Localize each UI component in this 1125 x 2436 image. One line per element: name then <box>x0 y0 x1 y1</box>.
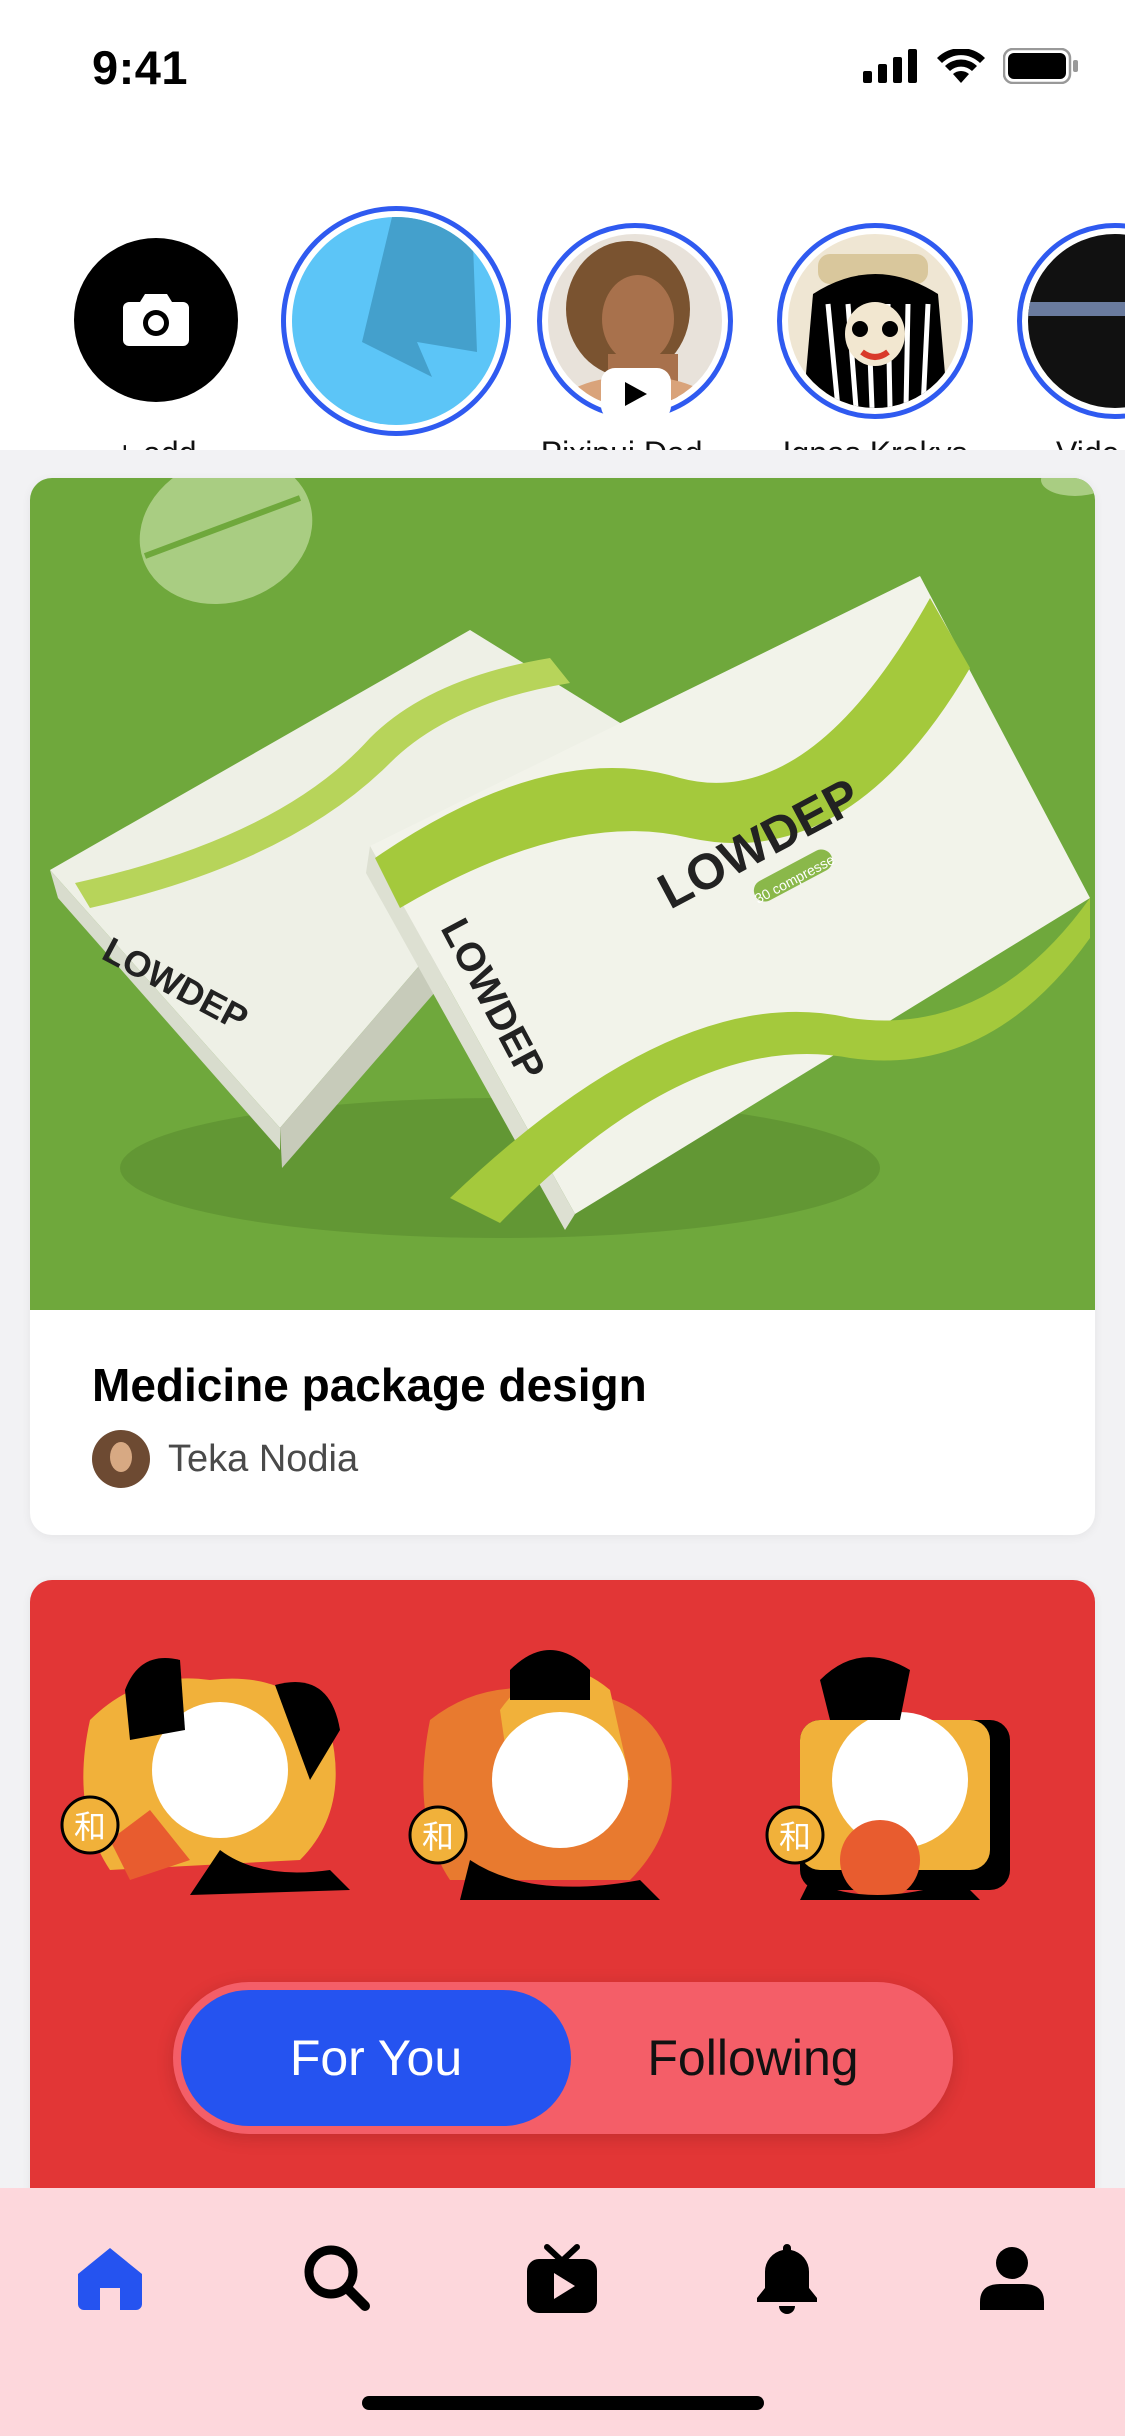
story-item[interactable]: Pixipui Dad... <box>520 180 750 450</box>
play-badge <box>601 368 671 420</box>
play-icon <box>625 382 647 406</box>
story-ring <box>1017 223 1125 419</box>
story-thumbnail <box>292 217 500 425</box>
profile-icon <box>980 2247 1044 2310</box>
story-avatar <box>788 234 962 408</box>
author-avatar[interactable] <box>92 1430 150 1488</box>
feed-segmented-control: For You Following <box>173 1982 953 2134</box>
story-label: Ignas Krakys <box>783 435 968 450</box>
card-title[interactable]: Medicine package design <box>92 1358 647 1412</box>
story-item[interactable]: Ignas Krakys <box>760 180 990 450</box>
badge-text: 和 <box>74 1808 106 1846</box>
feed-card[interactable]: LOWDEP 30 compresse LOWDEP LOWDEP Medici… <box>30 478 1095 1535</box>
tab-notifications[interactable] <box>727 2228 847 2328</box>
story-item[interactable] <box>281 180 511 440</box>
search-icon <box>304 2245 370 2311</box>
tab-search[interactable] <box>277 2228 397 2328</box>
status-time: 9:41 <box>92 41 189 94</box>
signal-icon <box>863 49 917 83</box>
battery-icon <box>1003 48 1078 84</box>
story-item[interactable]: Vide <box>1000 180 1125 450</box>
story-ring <box>777 223 973 419</box>
tab-home[interactable] <box>50 2228 170 2328</box>
home-icon <box>78 2248 142 2310</box>
add-story-button[interactable] <box>74 238 238 402</box>
home-indicator <box>362 2396 764 2410</box>
card-author[interactable]: Teka Nodia <box>92 1430 358 1488</box>
stories-row: + add Pix <box>0 140 1125 450</box>
badge-text: 和 <box>422 1818 454 1856</box>
bell-icon <box>757 2244 817 2314</box>
camera-icon <box>123 294 189 346</box>
tab-profile[interactable] <box>952 2228 1072 2328</box>
badge-text: 和 <box>779 1818 811 1856</box>
tab-following[interactable]: Following <box>558 1982 948 2134</box>
story-ring <box>281 206 511 436</box>
story-ring <box>537 223 733 420</box>
card-image[interactable]: LOWDEP 30 compresse LOWDEP LOWDEP <box>30 478 1095 1310</box>
tab-tv[interactable] <box>502 2228 622 2328</box>
story-add[interactable]: + add <box>41 180 271 450</box>
tab-for-you[interactable]: For You <box>181 1982 571 2134</box>
story-label: Pixipui Dad... <box>541 435 730 450</box>
wifi-icon <box>937 49 985 83</box>
status-bar: 9:41 <box>0 0 1125 140</box>
story-label: Vide <box>1056 435 1119 450</box>
story-label: + add <box>116 435 197 450</box>
story-thumbnail <box>1028 234 1125 408</box>
author-name[interactable]: Teka Nodia <box>168 1438 358 1481</box>
status-icons <box>863 48 1079 84</box>
tv-icon <box>527 2244 597 2313</box>
